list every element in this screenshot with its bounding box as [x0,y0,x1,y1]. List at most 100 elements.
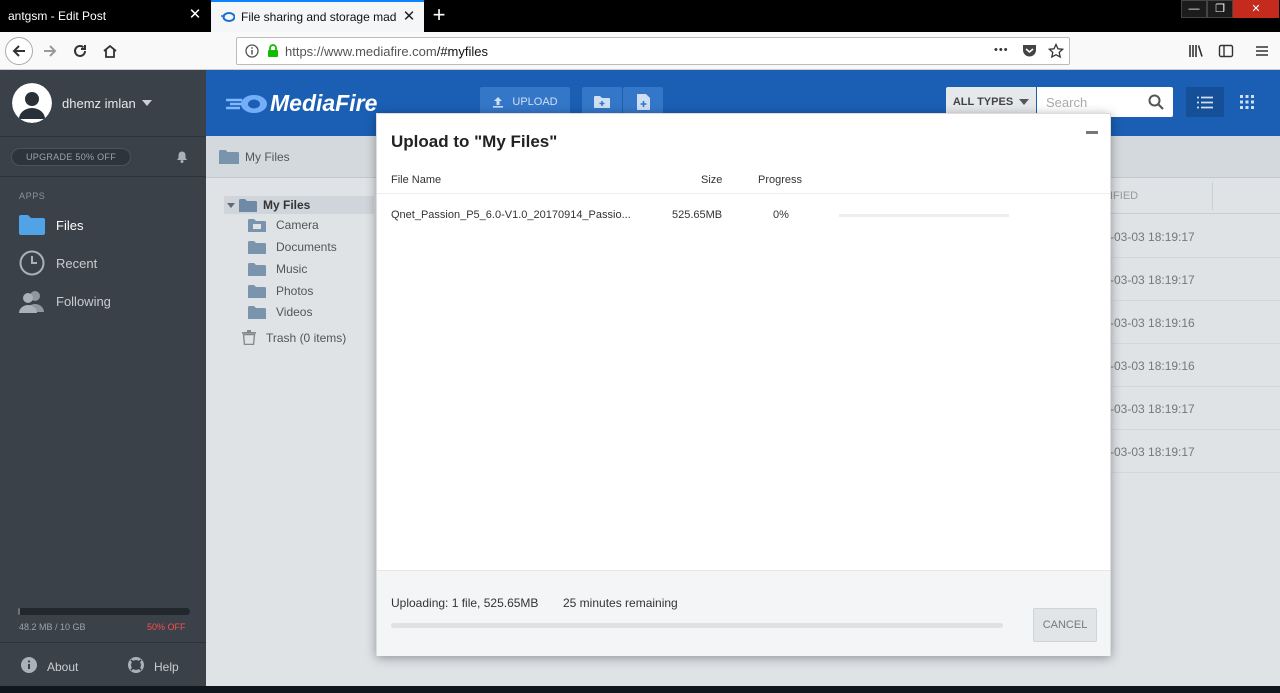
storage-usage-text: 48.2 MB / 10 GB [19,622,86,632]
address-bar[interactable]: https://www.mediafire.com/#myfiles ••• [236,37,1070,65]
sidebar-icon [1218,44,1234,58]
bell-icon [177,151,187,163]
modified-date: -03-03 18:19:17 [1110,273,1195,287]
modified-date: -03-03 18:19:17 [1110,230,1195,244]
bookmark-star-icon[interactable] [1048,43,1064,59]
table-row[interactable]: -03-03 18:19:17 [1110,258,1280,301]
upload-status-text: Uploading: 1 file, 525.65MB [391,596,539,610]
tree-item-music[interactable]: Music [248,262,307,276]
close-tab-icon[interactable]: ✕ [402,9,416,24]
table-row[interactable]: -03-03 18:19:17 [1110,430,1280,473]
list-view-icon [1197,96,1213,108]
file-progress-bar [839,214,1009,217]
minimize-dialog-icon[interactable] [1086,131,1098,134]
tree-item-camera[interactable]: Camera [248,218,319,232]
breadcrumb-my-files[interactable]: My Files [219,146,290,168]
folder-icon [248,262,266,276]
mediafire-favicon-icon [221,12,235,22]
upload-file-progress: 0% [773,209,789,221]
sidebar-item-files[interactable]: Files [18,211,83,239]
tab-title: antgsm - Edit Post [8,9,107,23]
tree-item-label: Photos [276,284,314,298]
forward-button[interactable] [36,37,64,65]
tree-item-label: Documents [276,240,337,254]
new-tab-button[interactable]: + [428,3,450,27]
grid-view-button[interactable] [1228,87,1266,117]
os-taskbar [0,686,1280,693]
user-menu[interactable]: dhemz imlan [12,83,152,123]
cancel-button[interactable]: CANCEL [1033,608,1097,642]
tree-item-photos[interactable]: Photos [248,284,313,298]
chevron-down-icon [227,202,235,208]
search-placeholder: Search [1046,94,1088,110]
folder-icon [248,284,266,298]
sidebar-item-following[interactable]: Following [18,287,111,315]
list-view-button[interactable] [1186,87,1224,117]
dialog-title: Upload to "My Files" [391,132,558,151]
reload-button[interactable] [66,37,94,65]
column-divider [1212,182,1213,210]
folder-icon [248,305,266,319]
column-header-label: IFIED [1110,190,1139,202]
about-link[interactable]: About [21,657,78,676]
library-icon [1189,45,1203,57]
tree-item-trash[interactable]: Trash (0 items) [242,330,346,345]
trash-icon [242,330,256,345]
upgrade-button[interactable]: UPGRADE 50% OFF [11,148,131,166]
table-row[interactable]: -03-03 18:19:16 [1110,344,1280,387]
menu-button[interactable] [1248,37,1276,65]
tree-item-videos[interactable]: Videos [248,305,312,319]
clock-icon [18,249,46,277]
modified-date: -03-03 18:19:16 [1110,316,1195,330]
tree-item-label: Camera [276,218,319,232]
tree-item-documents[interactable]: Documents [248,240,337,254]
tab-mediafire[interactable]: File sharing and storage made simple ✕ [211,0,424,32]
column-header-size: Size [701,174,723,186]
pocket-icon[interactable] [1022,44,1037,58]
about-label: About [47,659,79,674]
breadcrumb-label: My Files [245,150,290,164]
upload-file-name: Qnet_Passion_P5_6.0-V1.0_20170914_Passio… [391,209,631,221]
logo-text: MediaFire [270,90,378,116]
divider [377,193,1110,194]
table-row[interactable]: -03-03 18:19:17 [1110,215,1280,258]
sidebar-item-label: Recent [56,255,98,271]
maximize-window-button[interactable]: ❐ [1207,0,1233,18]
url-host: https://www.mediafire.com [285,43,437,59]
divider [0,176,206,177]
back-button[interactable] [5,37,33,65]
home-button[interactable] [96,37,124,65]
sidebar-item-label: Files [56,217,84,233]
info-icon[interactable] [245,44,259,58]
table-row[interactable]: -03-03 18:19:17 [1110,387,1280,430]
chevron-down-icon [1019,99,1030,105]
notifications-button[interactable] [174,148,190,169]
time-remaining-text: 25 minutes remaining [563,596,678,610]
sidebar-toggle-button[interactable] [1212,37,1240,65]
storage-offer-link[interactable]: 50% OFF [147,622,186,632]
close-window-button[interactable]: ✕ [1233,0,1279,18]
mediafire-logo[interactable]: MediaFire [226,90,377,117]
modified-date: -03-03 18:19:17 [1110,445,1195,459]
url-text: https://www.mediafire.com/#myfiles [285,44,488,59]
modified-date: -03-03 18:19:16 [1110,359,1195,373]
upload-label: UPLOAD [512,96,558,108]
close-tab-icon[interactable]: ✕ [188,7,202,22]
url-path: /#myfiles [436,43,489,59]
lock-icon[interactable] [267,44,279,58]
search-icon[interactable] [1148,94,1164,113]
tree-item-my-files[interactable]: My Files [224,196,374,214]
tree-item-label: Music [276,262,308,276]
user-name: dhemz imlan [62,95,136,111]
library-button[interactable] [1182,37,1210,65]
upload-file-size: 525.65MB [672,209,723,221]
table-row[interactable]: -03-03 18:19:16 [1110,301,1280,344]
help-link[interactable]: Help [128,657,179,676]
apps-label: APPS [19,191,46,201]
storage-meter [18,608,190,615]
tab-edit-post[interactable]: antgsm - Edit Post ✕ [0,0,210,32]
minimize-window-button[interactable]: — [1181,0,1207,18]
sidebar-item-recent[interactable]: Recent [18,249,97,277]
page-actions-icon[interactable]: ••• [994,44,1009,56]
column-header-modified[interactable]: IFIED [1110,178,1280,214]
